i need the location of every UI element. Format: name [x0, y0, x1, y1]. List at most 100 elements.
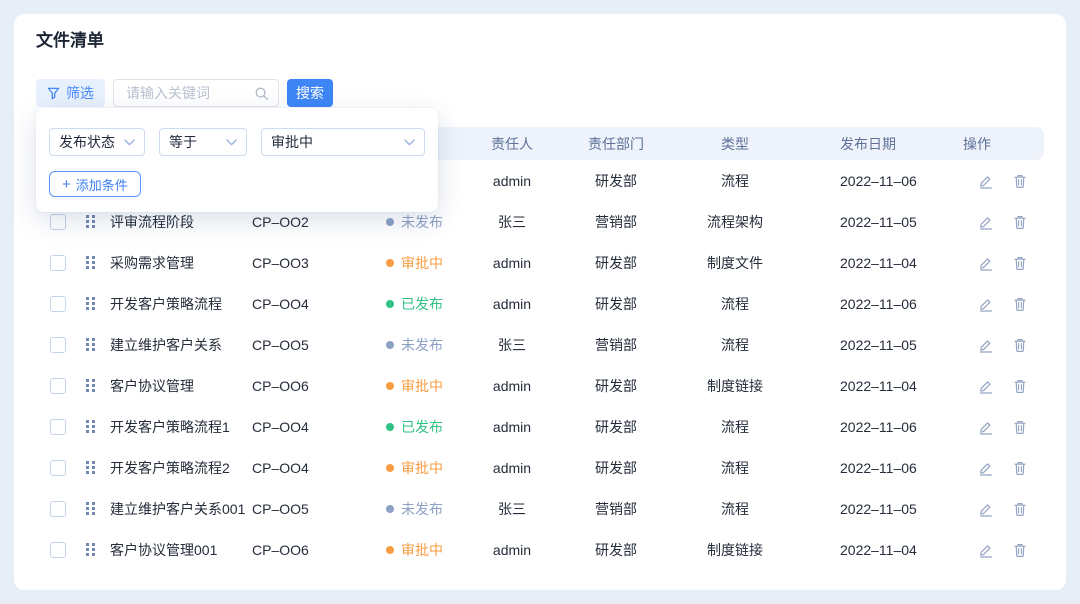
status-cell: 审批中 [382, 253, 466, 273]
search-input[interactable] [124, 84, 256, 102]
table-row: 开发客户策略流程 CP–OO4 已发布 admin 研发部 流程 2022–11… [36, 283, 1044, 324]
department-cell: 营销部 [558, 499, 674, 519]
file-code-cell: CP–OO6 [250, 542, 382, 558]
type-cell: 流程 [674, 417, 796, 437]
file-name-cell: 开发客户策略流程2 [108, 458, 250, 478]
person-cell: admin [466, 173, 558, 189]
delete-icon[interactable] [1012, 337, 1028, 353]
drag-handle-icon[interactable] [86, 420, 95, 433]
row-checkbox[interactable] [50, 419, 66, 435]
department-cell: 研发部 [558, 540, 674, 560]
edit-icon[interactable] [978, 378, 994, 394]
filter-field-value: 发布状态 [59, 132, 115, 152]
status-cell: 审批中 [382, 540, 466, 560]
delete-icon[interactable] [1012, 542, 1028, 558]
drag-handle-icon[interactable] [86, 215, 95, 228]
edit-icon[interactable] [978, 501, 994, 517]
actions-cell [952, 173, 1044, 189]
chevron-down-icon [404, 139, 415, 146]
type-cell: 流程架构 [674, 212, 796, 232]
file-code-cell: CP–OO4 [250, 419, 382, 435]
edit-icon[interactable] [978, 542, 994, 558]
date-cell: 2022–11–06 [796, 173, 952, 189]
file-code-cell: CP–OO4 [250, 296, 382, 312]
edit-icon[interactable] [978, 460, 994, 476]
person-cell: admin [466, 542, 558, 558]
file-name-cell: 开发客户策略流程1 [108, 417, 250, 437]
date-cell: 2022–11–04 [796, 255, 952, 271]
row-checkbox[interactable] [50, 378, 66, 394]
actions-cell [952, 214, 1044, 230]
edit-icon[interactable] [978, 296, 994, 312]
drag-handle-icon[interactable] [86, 256, 95, 269]
filter-field-select[interactable]: 发布状态 [49, 128, 145, 156]
drag-handle-icon[interactable] [86, 461, 95, 474]
table-row: 开发客户策略流程1 CP–OO4 已发布 admin 研发部 流程 2022–1… [36, 406, 1044, 447]
person-cell: admin [466, 296, 558, 312]
person-cell: admin [466, 378, 558, 394]
status-cell: 未发布 [382, 335, 466, 355]
delete-icon[interactable] [1012, 460, 1028, 476]
status-label: 审批中 [401, 376, 443, 396]
row-checkbox[interactable] [50, 255, 66, 271]
date-cell: 2022–11–05 [796, 337, 952, 353]
row-checkbox[interactable] [50, 214, 66, 230]
drag-handle-icon[interactable] [86, 379, 95, 392]
date-cell: 2022–11–06 [796, 460, 952, 476]
status-cell: 审批中 [382, 376, 466, 396]
type-cell: 制度文件 [674, 253, 796, 273]
file-code-cell: CP–OO2 [250, 214, 382, 230]
filter-operator-select[interactable]: 等于 [159, 128, 247, 156]
table-body: admin 研发部 流程 2022–11–06 [36, 160, 1044, 570]
file-code-cell: CP–OO5 [250, 337, 382, 353]
file-name-cell: 建立维护客户关系 [108, 335, 250, 355]
row-checkbox[interactable] [50, 542, 66, 558]
date-cell: 2022–11–06 [796, 419, 952, 435]
row-checkbox[interactable] [50, 337, 66, 353]
edit-icon[interactable] [978, 173, 994, 189]
department-cell: 研发部 [558, 458, 674, 478]
actions-cell [952, 542, 1044, 558]
drag-handle-icon[interactable] [86, 297, 95, 310]
filter-value-select[interactable]: 审批中 [261, 128, 425, 156]
date-cell: 2022–11–05 [796, 214, 952, 230]
filter-dropdown-panel: 发布状态 等于 审批中 + 添加条件 [36, 108, 438, 212]
drag-handle-icon[interactable] [86, 338, 95, 351]
add-condition-button[interactable]: + 添加条件 [49, 171, 141, 197]
status-dot-icon [386, 382, 394, 390]
filter-value-value: 审批中 [271, 132, 313, 152]
search-button[interactable]: 搜索 [287, 79, 333, 107]
actions-cell [952, 296, 1044, 312]
edit-icon[interactable] [978, 419, 994, 435]
add-condition-label: 添加条件 [76, 175, 128, 194]
date-cell: 2022–11–04 [796, 542, 952, 558]
status-label: 未发布 [401, 499, 443, 519]
file-name-cell: 客户协议管理001 [108, 540, 250, 560]
edit-icon[interactable] [978, 255, 994, 271]
person-cell: 张三 [466, 335, 558, 355]
date-cell: 2022–11–06 [796, 296, 952, 312]
delete-icon[interactable] [1012, 419, 1028, 435]
row-checkbox[interactable] [50, 501, 66, 517]
drag-handle-icon[interactable] [86, 502, 95, 515]
toolbar: 筛选 搜索 [36, 79, 333, 107]
search-box [113, 79, 279, 107]
type-cell: 流程 [674, 294, 796, 314]
delete-icon[interactable] [1012, 214, 1028, 230]
actions-cell [952, 460, 1044, 476]
status-dot-icon [386, 218, 394, 226]
edit-icon[interactable] [978, 337, 994, 353]
delete-icon[interactable] [1012, 501, 1028, 517]
delete-icon[interactable] [1012, 296, 1028, 312]
delete-icon[interactable] [1012, 378, 1028, 394]
row-checkbox[interactable] [50, 460, 66, 476]
delete-icon[interactable] [1012, 173, 1028, 189]
delete-icon[interactable] [1012, 255, 1028, 271]
status-dot-icon [386, 341, 394, 349]
search-magnifier-icon [254, 86, 269, 106]
file-code-cell: CP–OO3 [250, 255, 382, 271]
row-checkbox[interactable] [50, 296, 66, 312]
drag-handle-icon[interactable] [86, 543, 95, 556]
edit-icon[interactable] [978, 214, 994, 230]
filter-button[interactable]: 筛选 [36, 79, 105, 107]
